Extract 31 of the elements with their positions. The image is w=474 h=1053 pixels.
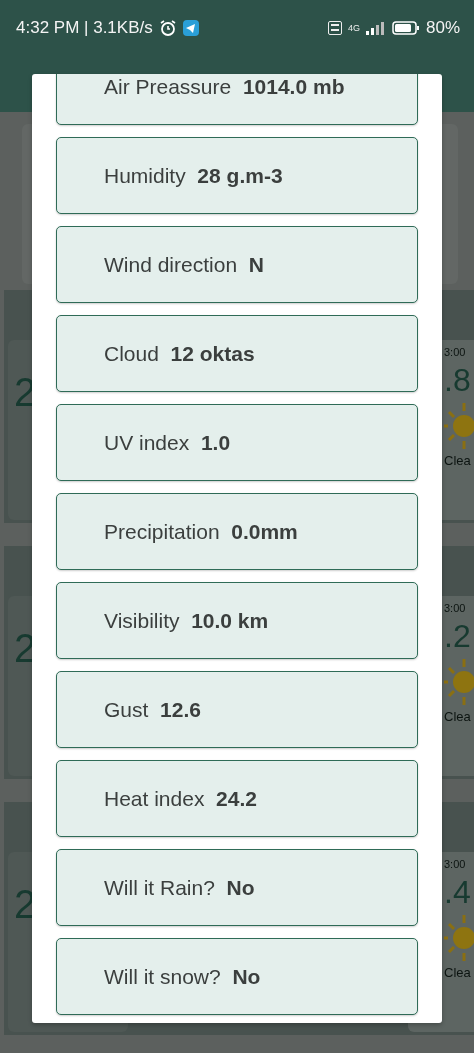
sun-icon: [444, 402, 474, 449]
status-time: 4:32 PM | 3.1KB/s: [16, 18, 153, 38]
battery-icon: [391, 21, 420, 35]
condition-text: Clea: [444, 964, 472, 980]
detail-text: Precipitation 0.0mm: [104, 519, 298, 544]
detail-text: Wind direction N: [104, 252, 264, 277]
time-text: 3:00: [444, 858, 467, 870]
alarm-icon: [158, 19, 177, 37]
sun-icon: [444, 914, 474, 961]
detail-text: Visibility 10.0 km: [104, 608, 269, 633]
detail-text: Will it snow? No: [104, 964, 261, 989]
detail-text: Air Preassure 1014.0 mb: [104, 74, 345, 99]
signal-icon: [365, 21, 386, 35]
detail-text: Will it Rain? No: [104, 875, 255, 900]
detail-text: Heat index 24.2: [104, 786, 257, 811]
detail-text: Gust 12.6: [104, 697, 201, 722]
temperature-text: .2: [444, 618, 472, 655]
detail-text: Humidity 28 g.m-3: [104, 163, 283, 188]
battery-level: 80%: [425, 18, 460, 38]
condition-text: Clea: [444, 452, 472, 468]
temperature-text: .4: [444, 874, 472, 911]
network-label: 4G: [347, 23, 360, 33]
time-text: 3:00: [444, 602, 467, 614]
telegram-icon: [182, 20, 199, 36]
volte-icon: [327, 21, 342, 35]
sun-icon: [444, 658, 474, 705]
time-text: 3:00: [444, 346, 467, 358]
detail-text: UV index 1.0: [104, 430, 231, 455]
temperature-text: .8: [444, 362, 472, 399]
condition-text: Clea: [444, 708, 472, 724]
detail-text: Cloud 12 oktas: [104, 341, 255, 366]
